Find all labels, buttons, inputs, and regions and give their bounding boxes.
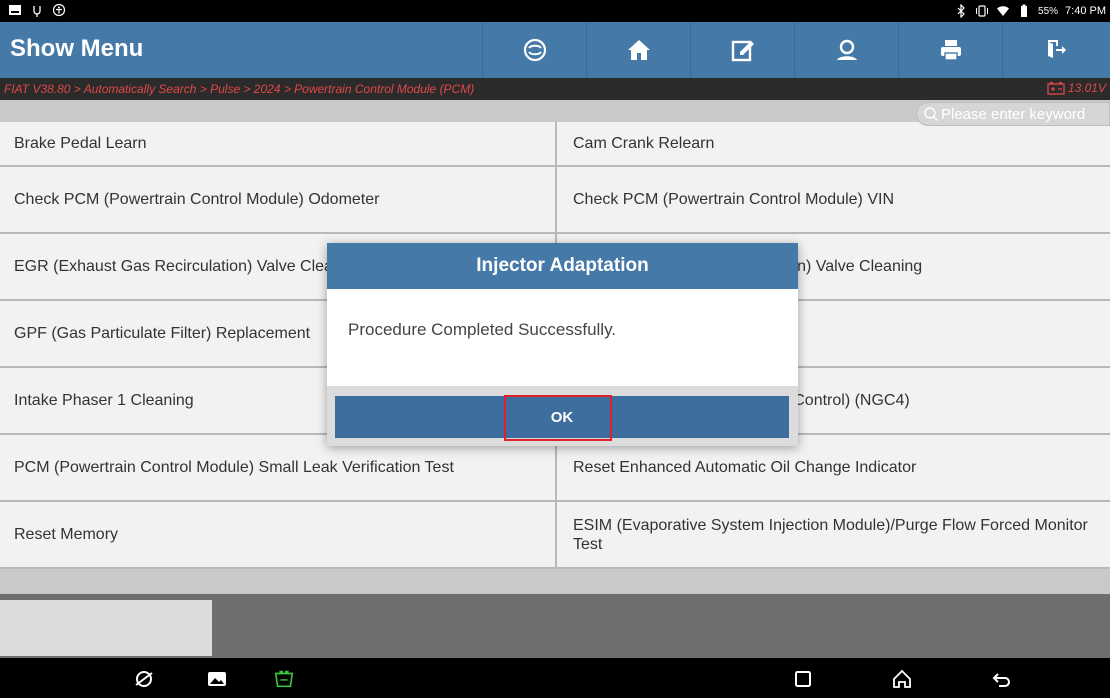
status-bar: 55% 7:40 PM: [0, 0, 1110, 22]
menu-row: Check PCM (Powertrain Control Module) Od…: [0, 167, 1110, 234]
gallery-icon: [208, 672, 226, 686]
menu-item[interactable]: Reset Memory: [0, 502, 555, 567]
recents-icon: [795, 671, 811, 687]
back-icon: [992, 673, 1010, 687]
wifi-icon: [996, 4, 1010, 18]
vibrate-icon: [975, 4, 989, 18]
gallery-button[interactable]: [205, 668, 229, 690]
search-placeholder: Please enter keyword: [941, 105, 1086, 123]
footer-button[interactable]: [0, 600, 212, 656]
menu-item[interactable]: ESIM (Evaporative System Injection Modul…: [555, 502, 1110, 567]
home-button[interactable]: [586, 22, 690, 78]
edit-button[interactable]: [690, 22, 794, 78]
navigation-bar: [0, 660, 1110, 698]
injector-adaptation-dialog: Injector Adaptation Procedure Completed …: [327, 243, 798, 446]
recents-button[interactable]: [791, 668, 815, 690]
menu-item[interactable]: Check PCM (Powertrain Control Module) VI…: [555, 167, 1110, 232]
browser-button[interactable]: [132, 668, 156, 690]
menu-item[interactable]: Brake Pedal Learn: [0, 122, 555, 165]
print-button[interactable]: [898, 22, 1002, 78]
home-nav-button[interactable]: [890, 668, 914, 690]
dialog-message: Procedure Completed Successfully.: [348, 320, 617, 339]
exit-icon: [1045, 40, 1066, 58]
battery-icon: [1017, 4, 1031, 18]
breadcrumb: FIAT V38.80 > Automatically Search > Pul…: [0, 78, 1110, 100]
home-nav-icon: [893, 669, 911, 688]
car-battery-icon: [1047, 82, 1065, 95]
notification-icon: [8, 3, 22, 17]
search-input[interactable]: Please enter keyword: [916, 102, 1110, 126]
accessibility-icon: [52, 3, 66, 17]
edit-icon: [731, 40, 754, 62]
back-button[interactable]: [990, 668, 1014, 690]
app-header: Show Menu: [0, 22, 1110, 78]
battery-percent: 55%: [1038, 5, 1059, 17]
ok-button[interactable]: OK: [335, 396, 789, 438]
usb-icon: [30, 3, 44, 17]
menu-item[interactable]: Cam Crank Relearn: [555, 122, 1110, 165]
clock: 7:40 PM: [1065, 5, 1106, 17]
diagnose-button[interactable]: [482, 22, 586, 78]
search-icon: [924, 107, 938, 121]
print-icon: [940, 40, 961, 61]
vci-button[interactable]: [272, 668, 296, 690]
menu-row: Reset Memory ESIM (Evaporative System Inj…: [0, 502, 1110, 569]
breadcrumb-path: FIAT V38.80 > Automatically Search > Pul…: [4, 82, 475, 96]
user-icon: [836, 39, 857, 60]
battery-voltage: 13.01V: [1047, 81, 1106, 95]
menu-row: Brake Pedal Learn Cam Crank Relearn: [0, 122, 1110, 167]
vci-icon: [274, 670, 294, 688]
bluetooth-icon: [954, 4, 968, 18]
dialog-title: Injector Adaptation: [327, 243, 798, 289]
footer-area: [0, 594, 1110, 658]
diagnose-icon: [523, 38, 546, 62]
voltage-value: 13.01V: [1067, 81, 1106, 95]
menu-item[interactable]: Check PCM (Powertrain Control Module) Od…: [0, 167, 555, 232]
user-button[interactable]: [794, 22, 898, 78]
exit-button[interactable]: [1002, 22, 1106, 78]
page-title: Show Menu: [10, 35, 144, 62]
home-icon: [627, 40, 650, 60]
browser-icon: [135, 671, 153, 687]
